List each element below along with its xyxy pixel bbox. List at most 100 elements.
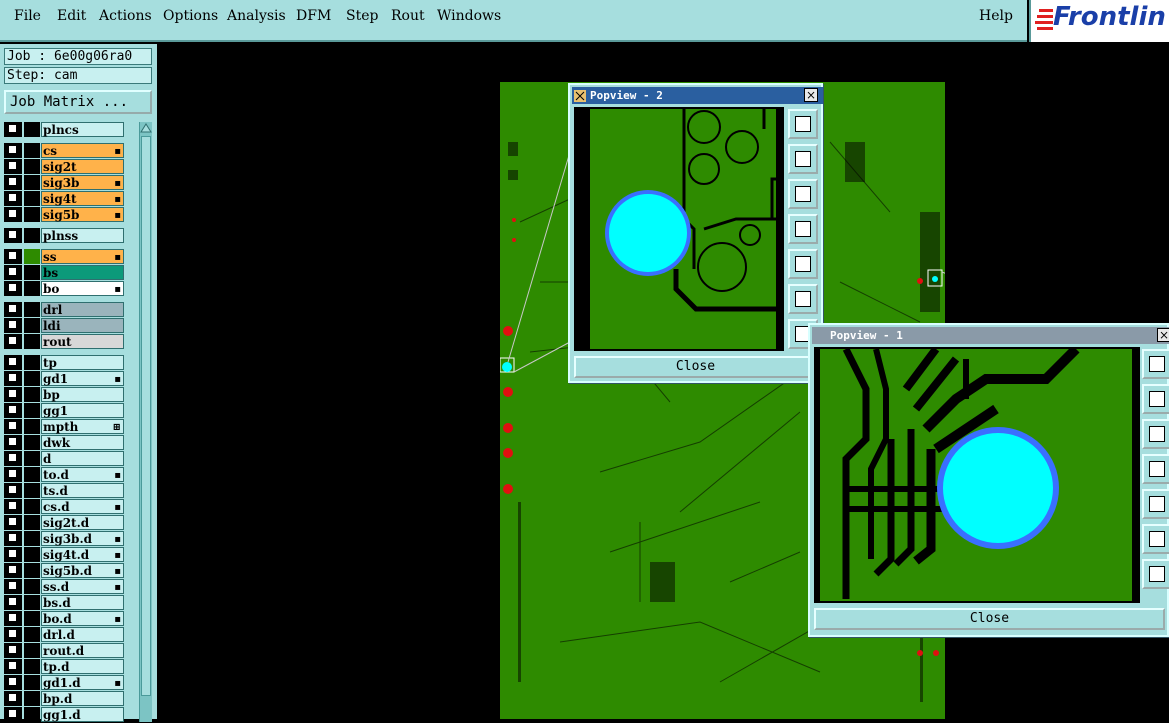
layer-name[interactable]: sig5b ▪: [41, 207, 124, 222]
layer-row[interactable]: sig4t ▪: [4, 191, 124, 206]
layer-color-swatch[interactable]: [24, 467, 40, 482]
layer-checkbox-cell[interactable]: [4, 595, 22, 610]
layer-color-swatch[interactable]: [24, 515, 40, 530]
layer-color-swatch[interactable]: [24, 595, 40, 610]
layer-color-swatch[interactable]: [24, 499, 40, 514]
layer-row[interactable]: cs ▪: [4, 143, 124, 158]
layer-row[interactable]: gg1.d: [4, 707, 124, 722]
layer-name[interactable]: ss ▪: [41, 249, 124, 264]
layer-color-swatch[interactable]: [24, 228, 40, 243]
layer-name[interactable]: cs.d ▪: [41, 499, 124, 514]
zoom-fit-button[interactable]: [788, 284, 818, 314]
layer-color-swatch[interactable]: [24, 627, 40, 642]
layer-row[interactable]: cs.d ▪: [4, 499, 124, 514]
layer-checkbox[interactable]: [8, 565, 17, 574]
layer-checkbox[interactable]: [8, 501, 17, 510]
layer-checkbox-cell[interactable]: [4, 675, 22, 690]
layer-name[interactable]: tp: [41, 355, 124, 370]
layer-checkbox[interactable]: [8, 517, 17, 526]
layer-checkbox[interactable]: [8, 251, 17, 260]
layer-checkbox-cell[interactable]: [4, 515, 22, 530]
layer-row[interactable]: bp: [4, 387, 124, 402]
popview-1-close-x-button[interactable]: ×: [1157, 328, 1169, 342]
layer-row[interactable]: tp.d: [4, 659, 124, 674]
layer-name[interactable]: sig4t.d ▪: [41, 547, 124, 562]
layer-checkbox-cell[interactable]: [4, 483, 22, 498]
layer-color-swatch[interactable]: [24, 122, 40, 137]
layer-checkbox-cell[interactable]: [4, 707, 22, 722]
layer-checkbox-cell[interactable]: [4, 547, 22, 562]
layer-name[interactable]: plncs: [41, 122, 124, 137]
layer-row[interactable]: dwk: [4, 435, 124, 450]
layer-name[interactable]: dwk: [41, 435, 124, 450]
layer-row[interactable]: mpth ⊞: [4, 419, 124, 434]
layer-checkbox[interactable]: [8, 373, 17, 382]
layer-name[interactable]: sig2t.d: [41, 515, 124, 530]
layer-checkbox-cell[interactable]: [4, 627, 22, 642]
layer-checkbox[interactable]: [8, 469, 17, 478]
layer-checkbox-cell[interactable]: [4, 281, 22, 296]
pan-down-button[interactable]: [1142, 419, 1169, 449]
layer-checkbox-cell[interactable]: [4, 228, 22, 243]
layer-color-swatch[interactable]: [24, 191, 40, 206]
layer-name[interactable]: tp.d: [41, 659, 124, 674]
layer-name[interactable]: plnss: [41, 228, 124, 243]
layer-color-swatch[interactable]: [24, 563, 40, 578]
layer-checkbox[interactable]: [8, 645, 17, 654]
popview-2-close-x-button[interactable]: ×: [804, 88, 818, 102]
layer-name[interactable]: sig5b.d ▪: [41, 563, 124, 578]
layer-checkbox[interactable]: [8, 437, 17, 446]
layer-name[interactable]: d: [41, 451, 124, 466]
layer-checkbox[interactable]: [8, 124, 17, 133]
layer-name[interactable]: drl.d: [41, 627, 124, 642]
layer-checkbox-cell[interactable]: [4, 122, 22, 137]
layer-checkbox[interactable]: [8, 320, 17, 329]
layer-color-swatch[interactable]: [24, 643, 40, 658]
layer-row[interactable]: ts.d: [4, 483, 124, 498]
layer-checkbox[interactable]: [8, 267, 17, 276]
layer-checkbox[interactable]: [8, 161, 17, 170]
menu-edit[interactable]: Edit: [57, 8, 86, 24]
layer-checkbox[interactable]: [8, 357, 17, 366]
popview-2-viewport[interactable]: [574, 107, 784, 351]
layer-color-swatch[interactable]: [24, 175, 40, 190]
pan-right-button[interactable]: [1142, 489, 1169, 519]
layer-row[interactable]: sig5b ▪: [4, 207, 124, 222]
layer-row[interactable]: rout.d: [4, 643, 124, 658]
layer-checkbox[interactable]: [8, 177, 17, 186]
layer-color-swatch[interactable]: [24, 691, 40, 706]
layer-name[interactable]: mpth ⊞: [41, 419, 124, 434]
menu-options[interactable]: Options: [163, 8, 218, 24]
layer-color-swatch[interactable]: [24, 318, 40, 333]
layer-name[interactable]: ts.d: [41, 483, 124, 498]
layer-checkbox[interactable]: [8, 693, 17, 702]
layer-checkbox-cell[interactable]: [4, 419, 22, 434]
layer-name[interactable]: gg1: [41, 403, 124, 418]
layer-checkbox-cell[interactable]: [4, 334, 22, 349]
layer-name[interactable]: sig4t ▪: [41, 191, 124, 206]
layer-name[interactable]: sig3b.d ▪: [41, 531, 124, 546]
layer-row[interactable]: plncs: [4, 122, 124, 137]
layer-name[interactable]: gd1 ▪: [41, 371, 124, 386]
layer-checkbox-cell[interactable]: [4, 355, 22, 370]
layer-checkbox-cell[interactable]: [4, 249, 22, 264]
layer-checkbox[interactable]: [8, 485, 17, 494]
pan-left-button[interactable]: [1142, 454, 1169, 484]
layer-color-swatch[interactable]: [24, 531, 40, 546]
layer-checkbox-cell[interactable]: [4, 265, 22, 280]
layer-name[interactable]: gg1.d: [41, 707, 124, 722]
layer-checkbox-cell[interactable]: [4, 451, 22, 466]
menu-step[interactable]: Step: [346, 8, 378, 24]
layer-name[interactable]: to.d ▪: [41, 467, 124, 482]
layer-color-swatch[interactable]: [24, 579, 40, 594]
layer-color-swatch[interactable]: [24, 281, 40, 296]
pan-down-button[interactable]: [788, 179, 818, 209]
layer-row[interactable]: to.d ▪: [4, 467, 124, 482]
layer-checkbox[interactable]: [8, 230, 17, 239]
layer-checkbox[interactable]: [8, 581, 17, 590]
popview-2-titlebar[interactable]: Popview - 2: [572, 87, 823, 104]
layer-color-swatch[interactable]: [24, 451, 40, 466]
layer-color-swatch[interactable]: [24, 371, 40, 386]
zoom-fit-button[interactable]: [1142, 524, 1169, 554]
layer-color-swatch[interactable]: [24, 707, 40, 722]
